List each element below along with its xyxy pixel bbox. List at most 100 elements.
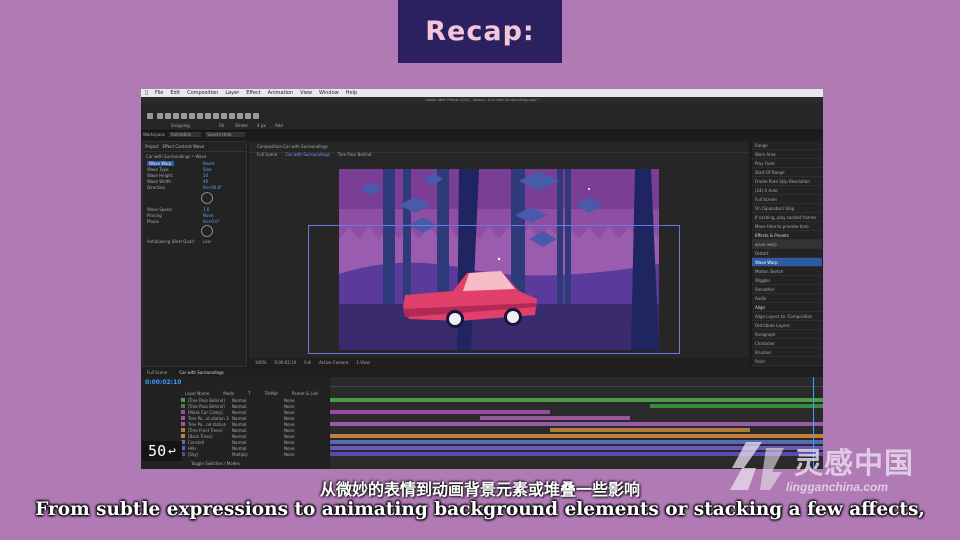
timeline-tab-car-with-surroundings[interactable]: Car with Surroundings [179, 370, 223, 375]
puppet-tool-icon[interactable] [253, 113, 259, 119]
current-time[interactable]: 0:00:02:10 [274, 360, 296, 365]
timeline-tab-full-scene[interactable]: Full Scene [147, 370, 167, 375]
brushes-panel[interactable]: Brushes [752, 348, 822, 357]
stroke-option[interactable]: Stroke [235, 123, 248, 128]
layer-parent[interactable]: None [284, 440, 294, 445]
move-time-checkbox[interactable]: Move time to preview time [752, 222, 822, 231]
menu-window[interactable]: Window [319, 90, 339, 96]
pinning-value[interactable]: None [203, 213, 213, 218]
layer-selection-bounds[interactable] [308, 225, 680, 354]
layer-mode[interactable]: Normal [232, 422, 260, 427]
motion-sketch-panel[interactable]: Motion Sketch [752, 267, 822, 276]
layer-mode[interactable]: Normal [232, 446, 260, 451]
paint-panel[interactable]: Paint [752, 357, 822, 366]
camera-tool-icon[interactable] [189, 113, 195, 119]
cached-frames-checkbox[interactable]: If caching, play cached frames [752, 213, 822, 222]
apple-icon[interactable]:  [145, 90, 148, 96]
phase-dial[interactable] [201, 225, 213, 237]
menu-view[interactable]: View [300, 90, 312, 96]
direction-dial[interactable] [201, 192, 213, 204]
align-panel[interactable]: Align [752, 303, 822, 312]
layer-parent[interactable]: None [284, 410, 294, 415]
layer-label-color[interactable] [181, 398, 185, 402]
paragraph-panel[interactable]: Paragraph [752, 330, 822, 339]
layer-name[interactable]: Constell [188, 440, 232, 445]
layer-parent[interactable]: None [284, 446, 294, 451]
clone-tool-icon[interactable] [237, 113, 243, 119]
layer-parent[interactable]: None [284, 398, 294, 403]
direction-value[interactable]: 0x+90.0° [203, 185, 222, 190]
resolution-select[interactable]: Full [304, 360, 311, 365]
reset-link[interactable]: Reset [203, 161, 214, 166]
rotate-tool-icon[interactable] [181, 113, 187, 119]
layer-label-color[interactable] [181, 410, 185, 414]
layer-name[interactable]: Tree Pa...nd station [188, 422, 232, 427]
layer-label-color[interactable] [181, 416, 185, 420]
menu-layer[interactable]: Layer [225, 90, 239, 96]
layer-duration-bar[interactable] [650, 404, 823, 408]
subtab-full-scene[interactable]: Full Scene [257, 152, 277, 157]
menu-effect[interactable]: Effect [246, 90, 260, 96]
layer-parent[interactable]: None [284, 428, 294, 433]
wave-height-value[interactable]: 10 [203, 173, 208, 178]
camera-select[interactable]: Active Camera [319, 360, 348, 365]
stroke-width[interactable]: 4 px [257, 123, 266, 128]
layer-name[interactable]: [Tree Front Trees] [188, 428, 232, 433]
selection-tool-icon[interactable] [157, 113, 163, 119]
layer-parent[interactable]: None [284, 422, 294, 427]
align-target-select[interactable]: Composition [787, 314, 812, 319]
layer-mode[interactable]: Normal [232, 440, 260, 445]
full-screen-checkbox[interactable]: Full Screen [752, 195, 822, 204]
layer-duration-bar[interactable] [480, 416, 630, 420]
toggle-switches-modes[interactable]: Toggle Switches / Modes [191, 461, 240, 466]
layer-parent[interactable]: None [284, 452, 294, 457]
time-ruler[interactable] [330, 381, 823, 387]
layer-name[interactable]: [Sky] [188, 452, 232, 457]
snapping-option[interactable]: Snapping [171, 123, 190, 128]
layer-name[interactable]: Hills [188, 446, 232, 451]
phase-value[interactable]: 0x+0.0° [203, 219, 220, 224]
layer-mode[interactable]: Normal [232, 428, 260, 433]
layer-duration-bar[interactable] [330, 422, 823, 426]
menu-composition[interactable]: Composition [187, 90, 218, 96]
tab-effect-controls[interactable]: Effect Controls Wave [163, 144, 205, 149]
wave-speed-value[interactable]: 1.0 [203, 207, 209, 212]
skip-value[interactable]: 0 [765, 188, 768, 193]
add-option[interactable]: Add [275, 123, 283, 128]
timeline-timecode[interactable]: 0:00:02:10 [145, 379, 181, 386]
layer-label-color[interactable] [181, 422, 185, 426]
fill-option[interactable]: Fill [219, 123, 224, 128]
wiggler-panel[interactable]: Wiggler [752, 276, 822, 285]
layer-duration-bar[interactable] [550, 428, 750, 432]
layer-parent[interactable]: None [284, 416, 294, 421]
layer-label-color[interactable] [181, 404, 185, 408]
rectangle-tool-icon[interactable] [205, 113, 211, 119]
layer-mode[interactable]: Normal [232, 404, 260, 409]
brush-tool-icon[interactable] [229, 113, 235, 119]
layer-mode[interactable]: Normal [232, 410, 260, 415]
layer-mode[interactable]: Normal [232, 434, 260, 439]
layer-parent[interactable]: None [284, 404, 294, 409]
zoom-level[interactable]: 100% [255, 360, 266, 365]
resolution-value[interactable]: Auto [768, 188, 777, 193]
layer-mode[interactable]: Multiply [232, 452, 260, 457]
antialiasing-value[interactable]: Low [203, 239, 211, 244]
effects-search-input[interactable]: wave warp [752, 240, 822, 249]
layer-name[interactable]: [Mask Car Comp] [188, 410, 232, 415]
effect-controls-tab[interactable]: Project Effect Controls Wave [143, 142, 246, 152]
menu-animation[interactable]: Animation [268, 90, 294, 96]
wave-width-value[interactable]: 40 [203, 179, 208, 184]
hand-tool-icon[interactable] [165, 113, 171, 119]
effects-presets-header[interactable]: Effects & Presets [752, 231, 822, 240]
layer-label-color[interactable] [181, 428, 185, 432]
eraser-tool-icon[interactable] [245, 113, 251, 119]
workspace-select[interactable]: Animation [168, 132, 202, 137]
zoom-tool-icon[interactable] [173, 113, 179, 119]
wave-type-value[interactable]: Sine [203, 167, 212, 172]
distort-category[interactable]: Distort [752, 249, 822, 258]
prop-wave-warp[interactable]: Wave Warp [147, 161, 174, 166]
layer-mode[interactable]: Normal [232, 416, 260, 421]
play-from-value[interactable]: Start Of Range [752, 168, 822, 177]
tab-project[interactable]: Project [145, 144, 159, 149]
subtab-tree-pass-behind[interactable]: Tree Pass Behind [338, 152, 372, 157]
